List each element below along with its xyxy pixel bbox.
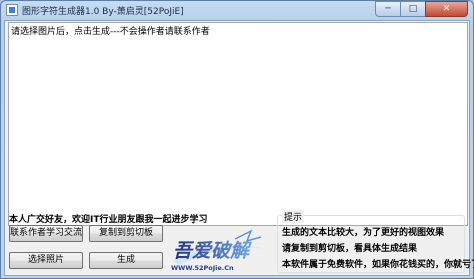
client-area: 请选择图片后，点击生成---不会操作者请联系作者 本人广交好友，欢迎IT行业朋友… <box>4 20 474 276</box>
caption-buttons: ─ □ ✕ <box>375 1 468 18</box>
logo-main-text: 吾爱破解 <box>173 240 252 262</box>
promo-label: 本人广交好友，欢迎IT行业朋友跟我一起进步学习 <box>9 215 208 225</box>
tips-title: 提示 <box>282 210 305 223</box>
app-window: 图形字符生成器1.0 By-萧启灵[52PoJiE] ─ □ ✕ 请选择图片后，… <box>0 0 474 279</box>
minimize-button[interactable]: ─ <box>375 1 400 17</box>
window-title: 图形字符生成器1.0 By-萧启灵[52PoJiE] <box>22 7 184 17</box>
logo-url-text: WWW.52PoJie.Cn <box>171 264 234 272</box>
52pojie-logo: 吾爱破解 WWW.52PoJie.Cn <box>171 229 265 272</box>
title-bar[interactable]: 图形字符生成器1.0 By-萧启灵[52PoJiE] ─ □ ✕ <box>1 1 473 20</box>
tip-line-2: 请复制到剪切板，看具体生成结果 <box>282 244 418 254</box>
select-image-button[interactable]: 选择照片 <box>9 252 83 269</box>
tip-line-3: 本软件属于免费软件，如果你花钱买的，你就亏了 <box>282 260 474 270</box>
maximize-button[interactable]: □ <box>400 1 425 17</box>
output-textbox[interactable]: 请选择图片后，点击生成---不会操作者请联系作者 <box>8 22 468 226</box>
close-button[interactable]: ✕ <box>425 1 468 17</box>
output-text: 请选择图片后，点击生成---不会操作者请联系作者 <box>11 27 210 37</box>
generate-button[interactable]: 生成 <box>89 252 163 269</box>
tip-line-1: 生成的文本比较大，为了更好的视图效果 <box>282 228 445 238</box>
copy-to-clipboard-button[interactable]: 复制到剪切板 <box>89 225 163 242</box>
contact-author-button[interactable]: 联系作者学习交流 <box>9 225 83 242</box>
tips-groupbox: 提示 生成的文本比较大，为了更好的视图效果 请复制到剪切板，看具体生成结果 本软… <box>277 210 474 273</box>
app-icon <box>6 4 18 16</box>
